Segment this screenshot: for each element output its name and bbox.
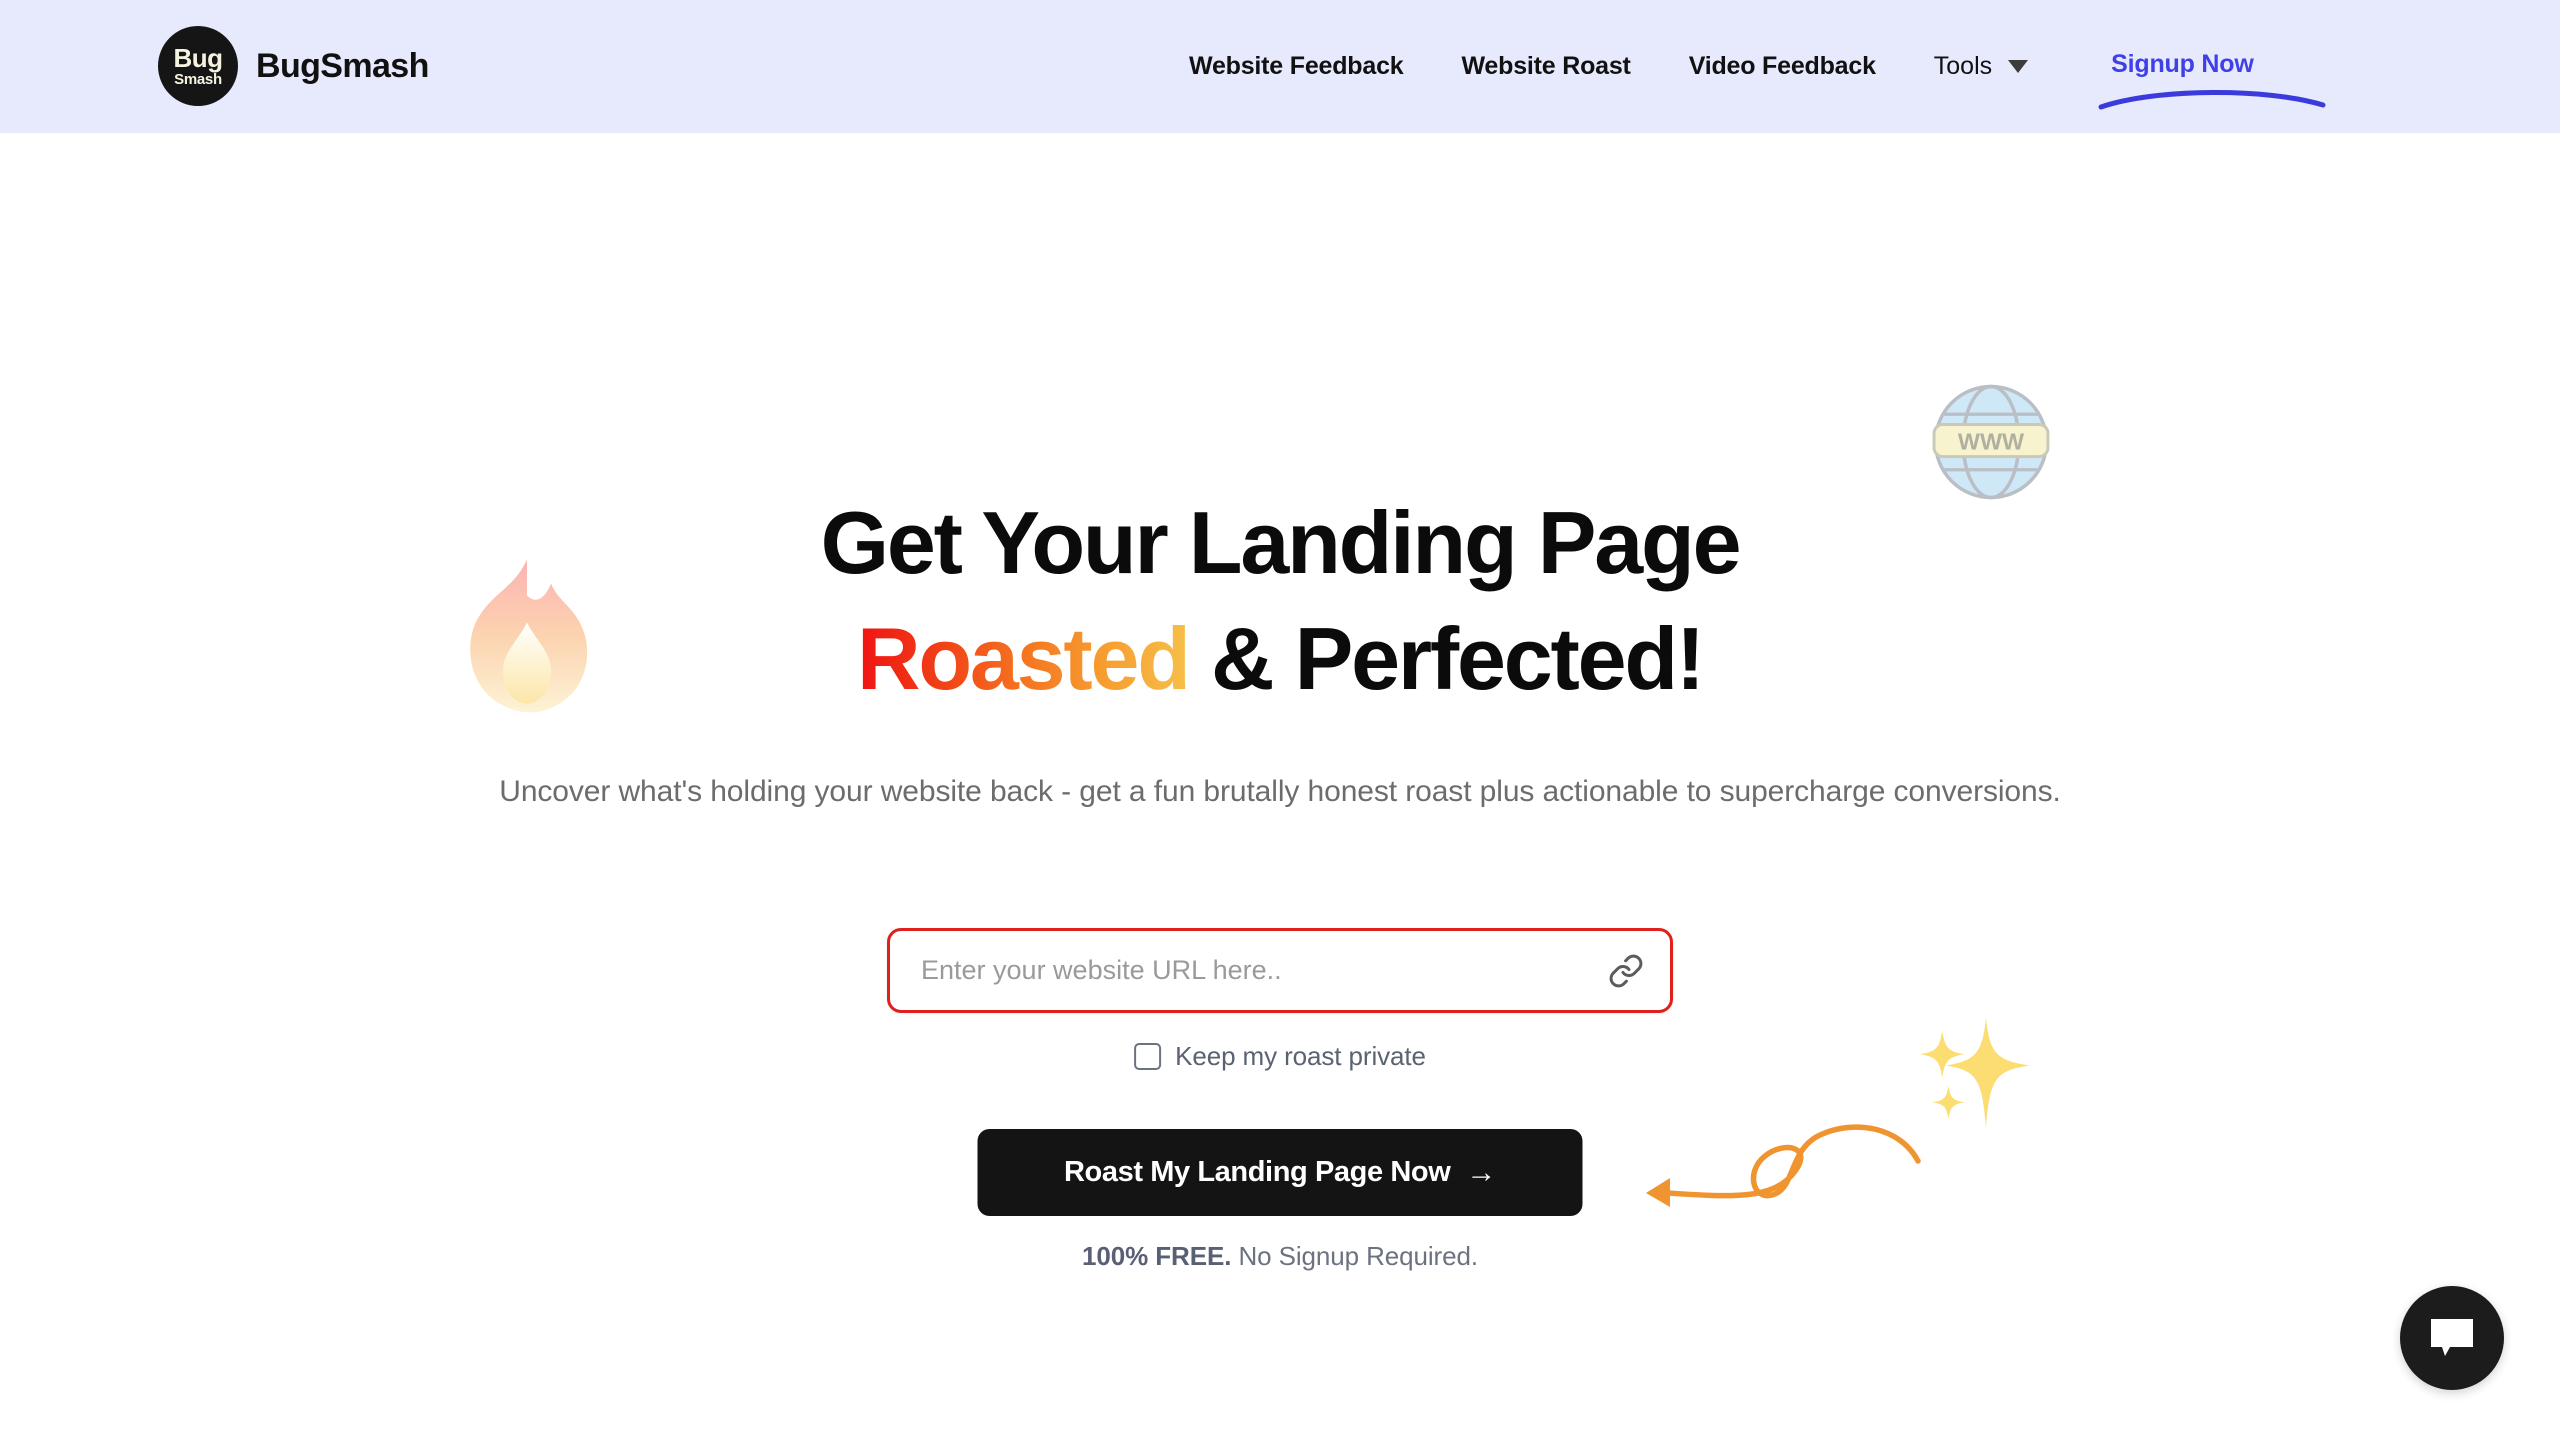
keep-roast-private-label: Keep my roast private xyxy=(1175,1041,1426,1071)
chat-bubble-icon xyxy=(2431,1319,2473,1356)
headline-rest: & Perfected! xyxy=(1188,609,1705,709)
logo-text-smash: Smash xyxy=(174,71,222,88)
nav-website-roast[interactable]: Website Roast xyxy=(1432,52,1659,81)
search-input[interactable] xyxy=(921,955,1608,986)
chat-widget-button[interactable] xyxy=(2400,1286,2504,1390)
free-note: 100% FREE. No Signup Required. xyxy=(0,1241,2560,1272)
nav-tools-label: Tools xyxy=(1933,52,1993,80)
main-navigation: Website Feedback Website Roast Video Fee… xyxy=(1160,0,2326,133)
arrow-right-icon: → xyxy=(1466,1155,1496,1189)
svg-text:WWW: WWW xyxy=(1958,428,2025,454)
cta-label: Roast My Landing Page Now xyxy=(1064,1156,1451,1188)
hero-subheading: Uncover what's holding your website back… xyxy=(480,768,2080,815)
nav-video-feedback[interactable]: Video Feedback xyxy=(1660,52,1905,81)
subheading-line-1: Uncover what's holding your website back… xyxy=(499,775,1679,808)
link-icon[interactable] xyxy=(1608,953,1644,989)
curly-arrow-icon xyxy=(1646,1124,1921,1207)
nav-website-feedback[interactable]: Website Feedback xyxy=(1160,52,1432,81)
logo-text-bug: Bug xyxy=(173,43,223,73)
site-header: Bug Smash BugSmash Website Feedback Webs… xyxy=(0,0,2560,133)
signup-underline-swoosh-icon xyxy=(2098,90,2326,110)
headline-line-1: Get Your Landing Page xyxy=(820,493,1742,592)
subheading-line-2: to supercharge conversions. xyxy=(1686,775,2061,808)
keep-roast-private-row[interactable]: Keep my roast private xyxy=(1134,1041,1426,1072)
headline-highlight-roasted: Roasted xyxy=(856,609,1191,709)
nav-tools-dropdown[interactable]: Tools xyxy=(1905,52,2057,81)
roast-my-landing-page-button[interactable]: Roast My Landing Page Now → xyxy=(977,1129,1583,1216)
signup-now-label: Signup Now xyxy=(2111,50,2254,78)
page-title: Get Your Landing Page Roasted & Perfecte… xyxy=(0,485,2560,717)
hero-section: WWW Get Your Landing Page Roasted & Perf… xyxy=(0,133,2560,1440)
headline-line-2: Roasted & Perfected! xyxy=(0,601,2560,717)
free-note-rest: No Signup Required. xyxy=(1231,1241,1478,1271)
bugsmash-logo-icon: Bug Smash xyxy=(158,26,238,106)
brand-logo-link[interactable]: Bug Smash BugSmash xyxy=(158,26,429,106)
brand-name: BugSmash xyxy=(256,46,429,85)
keep-roast-private-checkbox[interactable] xyxy=(1134,1043,1162,1070)
url-input-wrapper[interactable] xyxy=(887,928,1673,1013)
chevron-down-icon xyxy=(2008,60,2029,73)
signup-now-link[interactable]: Signup Now xyxy=(2098,50,2326,110)
free-note-strong: 100% FREE. xyxy=(1082,1241,1232,1271)
